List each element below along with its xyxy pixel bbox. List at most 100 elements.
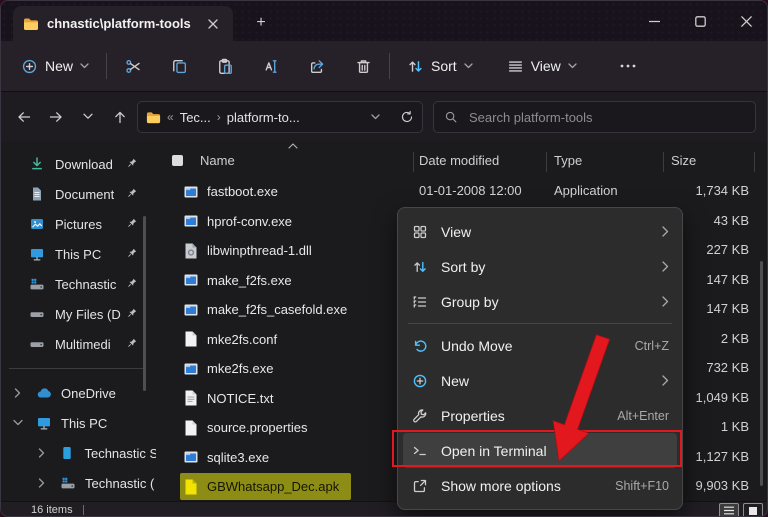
column-headers: Name Date modified Type Size: [156, 143, 756, 175]
new-tab-button[interactable]: +: [249, 11, 273, 35]
menu-item-group-by[interactable]: Group by: [403, 284, 677, 319]
file-name: make_f2fs.exe: [207, 272, 292, 288]
large-icons-view-button[interactable]: [743, 503, 763, 516]
download-icon: [29, 156, 45, 172]
dll-file-icon: [184, 243, 198, 259]
search-icon: [444, 110, 458, 124]
close-button[interactable]: [723, 1, 767, 41]
toolbar-divider: [106, 53, 108, 79]
command-bar: New Sort View: [1, 41, 767, 91]
sort-button[interactable]: Sort: [397, 51, 483, 82]
recent-locations-button[interactable]: [73, 102, 103, 132]
sidebar-item-document[interactable]: Document: [1, 179, 156, 209]
chevron-right-icon[interactable]: [9, 388, 27, 398]
file-name: libwinpthread-1.dll: [207, 243, 312, 258]
screenshot: chnastic\platform-tools + New Sort View …: [0, 0, 768, 517]
column-header-date[interactable]: Date modified: [419, 153, 499, 168]
exe-file-icon: [184, 302, 198, 318]
menu-item-label: Undo Move: [441, 337, 513, 354]
sidebar-item-multimedia[interactable]: Multimedi: [1, 329, 156, 359]
column-divider[interactable]: [754, 152, 755, 172]
address-dropdown-icon[interactable]: [371, 114, 380, 120]
sidebar-item-onedrive[interactable]: OneDrive: [1, 378, 156, 408]
menu-item-properties[interactable]: Properties Alt+Enter: [403, 398, 677, 433]
sidebar-item-my-files[interactable]: My Files (D: [1, 299, 156, 329]
chevron-right-icon: [662, 261, 669, 272]
menu-item-new[interactable]: New: [403, 363, 677, 398]
breadcrumb-overflow[interactable]: «: [167, 110, 174, 124]
copy-icon: [171, 58, 188, 75]
view-button[interactable]: View: [497, 51, 587, 82]
select-all-checkbox[interactable]: [172, 155, 183, 166]
rename-button[interactable]: [252, 49, 290, 83]
chevron-right-icon[interactable]: [33, 448, 50, 458]
more-options-button[interactable]: [609, 49, 647, 83]
navigation-pane: Download Document Pictures This PC Techn…: [1, 141, 156, 504]
sidebar-item-download[interactable]: Download: [1, 149, 156, 179]
file-date: 01-01-2008 12:00: [419, 183, 522, 198]
group-icon: [411, 294, 429, 310]
sidebar-item-this-pc-tree[interactable]: This PC: [1, 408, 156, 438]
back-button[interactable]: [9, 102, 39, 132]
column-divider[interactable]: [546, 152, 547, 172]
undo-icon: [411, 338, 429, 354]
new-icon: [411, 373, 429, 389]
up-button[interactable]: [105, 102, 135, 132]
cut-icon: [125, 58, 142, 75]
sidebar-item-label: OneDrive: [61, 385, 116, 401]
column-header-size[interactable]: Size: [671, 153, 696, 168]
new-button[interactable]: New: [11, 51, 99, 82]
exe-file-icon: [184, 213, 198, 229]
menu-shortcut: Ctrl+Z: [634, 338, 669, 353]
pin-icon: [127, 337, 138, 348]
breadcrumb-item[interactable]: Tec...: [180, 110, 211, 125]
explorer-tab[interactable]: chnastic\platform-tools: [13, 6, 233, 41]
menu-item-sort-by[interactable]: Sort by: [403, 249, 677, 284]
file-name: mke2fs.exe: [207, 361, 274, 376]
share-button[interactable]: [298, 49, 336, 83]
pin-icon: [127, 247, 138, 258]
sidebar-item-technastic[interactable]: Technastic: [1, 269, 156, 299]
ssd-icon: [59, 445, 75, 461]
refresh-icon[interactable]: [400, 110, 414, 124]
doc-file-icon: [184, 420, 198, 436]
tab-close-icon[interactable]: [203, 17, 223, 31]
breadcrumb-item[interactable]: platform-to...: [227, 110, 300, 125]
breadcrumb-bar[interactable]: « Tec... › platform-to...: [137, 101, 423, 133]
copy-button[interactable]: [160, 49, 198, 83]
column-header-name[interactable]: Name: [200, 153, 235, 168]
sort-icon: [407, 58, 424, 75]
paste-button[interactable]: [206, 49, 244, 83]
pictures-icon: [29, 216, 45, 232]
menu-separator: [408, 323, 672, 324]
search-input[interactable]: [467, 108, 745, 126]
chevron-down-icon[interactable]: [9, 419, 27, 427]
cut-button[interactable]: [114, 49, 152, 83]
maximize-button[interactable]: [677, 1, 723, 41]
sidebar-item-technastic-s[interactable]: Technastic S: [1, 438, 156, 468]
details-view-button[interactable]: [719, 503, 739, 516]
sidebar-item-pictures[interactable]: Pictures: [1, 209, 156, 239]
pin-icon: [127, 277, 138, 288]
chevron-right-icon[interactable]: [33, 478, 51, 488]
menu-item-undo-move[interactable]: Undo Move Ctrl+Z: [403, 328, 677, 363]
cloud-icon: [36, 385, 52, 401]
menu-item-label: New: [441, 372, 470, 389]
file-list-scrollbar[interactable]: [760, 261, 763, 486]
column-divider[interactable]: [663, 152, 664, 172]
column-header-type[interactable]: Type: [554, 153, 582, 168]
sidebar-item-technastic-c[interactable]: Technastic (: [1, 468, 156, 498]
column-divider[interactable]: [413, 152, 414, 172]
minimize-button[interactable]: [631, 1, 677, 41]
forward-button[interactable]: [41, 102, 71, 132]
sidebar-scrollbar[interactable]: [143, 216, 146, 391]
file-row[interactable]: fastboot.exe 01-01-2008 12:00 Applicatio…: [156, 177, 767, 207]
pin-icon: [127, 307, 138, 318]
chevron-right-icon: [662, 375, 669, 386]
delete-button[interactable]: [344, 49, 382, 83]
pin-icon: [127, 187, 138, 198]
menu-item-view[interactable]: View: [403, 214, 677, 249]
address-bar: « Tec... › platform-to...: [1, 91, 767, 141]
menu-item-show-more-options[interactable]: Show more options Shift+F10: [403, 468, 677, 503]
sidebar-item-this-pc[interactable]: This PC: [1, 239, 156, 269]
